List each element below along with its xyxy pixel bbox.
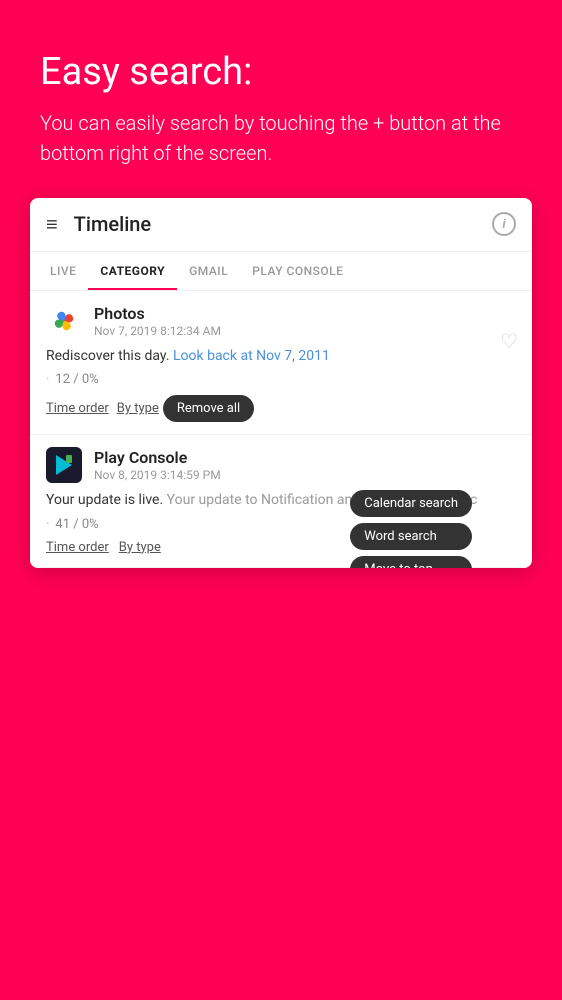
app-card-wrapper: ≡ Timeline i LIVE CATEGORY GMAIL PLAY CO…	[0, 198, 562, 568]
photos-by-type[interactable]: By type	[117, 401, 159, 416]
tab-play-console[interactable]: PLAY CONSOLE	[240, 252, 355, 290]
play-console-app-icon	[46, 447, 82, 483]
item-header-play: Play Console Nov 8, 2019 3:14:59 PM	[46, 447, 516, 483]
app-card: ≡ Timeline i LIVE CATEGORY GMAIL PLAY CO…	[30, 198, 532, 568]
play-console-app-name: Play Console	[94, 448, 221, 467]
app-header: ≡ Timeline i	[30, 198, 532, 252]
tab-category[interactable]: CATEGORY	[88, 252, 177, 290]
word-search-tooltip[interactable]: Word search	[350, 523, 472, 550]
app-title: Timeline	[74, 212, 492, 236]
photos-content-main: Rediscover this day.	[46, 348, 170, 364]
photos-content-highlight: Look back at Nov 7, 2011	[173, 348, 330, 364]
photos-app-info: Photos Nov 7, 2019 8:12:34 AM	[94, 304, 221, 338]
remove-all-tooltip[interactable]: Remove all	[163, 395, 254, 422]
photos-timestamp: Nov 7, 2019 8:12:34 AM	[94, 324, 221, 338]
play-by-type[interactable]: By type	[119, 540, 161, 555]
photos-stats: 12 / 0%	[46, 372, 516, 387]
play-time-order[interactable]: Time order	[46, 540, 109, 555]
hero-title: Easy search:	[40, 50, 522, 96]
play-console-timestamp: Nov 8, 2019 3:14:59 PM	[94, 468, 221, 482]
photos-time-order[interactable]: Time order	[46, 401, 109, 416]
hamburger-icon[interactable]: ≡	[46, 212, 58, 237]
tabs-bar: LIVE CATEGORY GMAIL PLAY CONSOLE	[30, 252, 532, 291]
heart-icon[interactable]: ♡	[500, 329, 518, 353]
hero-subtitle: You can easily search by touching the + …	[40, 108, 522, 168]
tab-live[interactable]: LIVE	[38, 252, 88, 290]
calendar-search-tooltip[interactable]: Calendar search	[350, 490, 472, 517]
tab-gmail[interactable]: GMAIL	[177, 252, 240, 290]
photos-content: Rediscover this day. Look back at Nov 7,…	[46, 347, 516, 367]
photos-app-icon	[46, 303, 82, 339]
item-header-photos: Photos Nov 7, 2019 8:12:34 AM	[46, 303, 516, 339]
hero-section: Easy search: You can easily search by to…	[0, 0, 562, 198]
timeline-item-play-console: Play Console Nov 8, 2019 3:14:59 PM Your…	[30, 435, 532, 568]
play-content-main: Your update is live.	[46, 492, 163, 508]
move-to-top-tooltip[interactable]: Move to top	[350, 556, 472, 568]
timeline-item-photos: Photos Nov 7, 2019 8:12:34 AM Rediscover…	[30, 291, 532, 436]
overlay-tooltips: Calendar search Word search Move to top	[350, 490, 472, 568]
play-console-app-info: Play Console Nov 8, 2019 3:14:59 PM	[94, 448, 221, 482]
info-icon[interactable]: i	[492, 212, 516, 236]
photos-app-name: Photos	[94, 304, 221, 323]
